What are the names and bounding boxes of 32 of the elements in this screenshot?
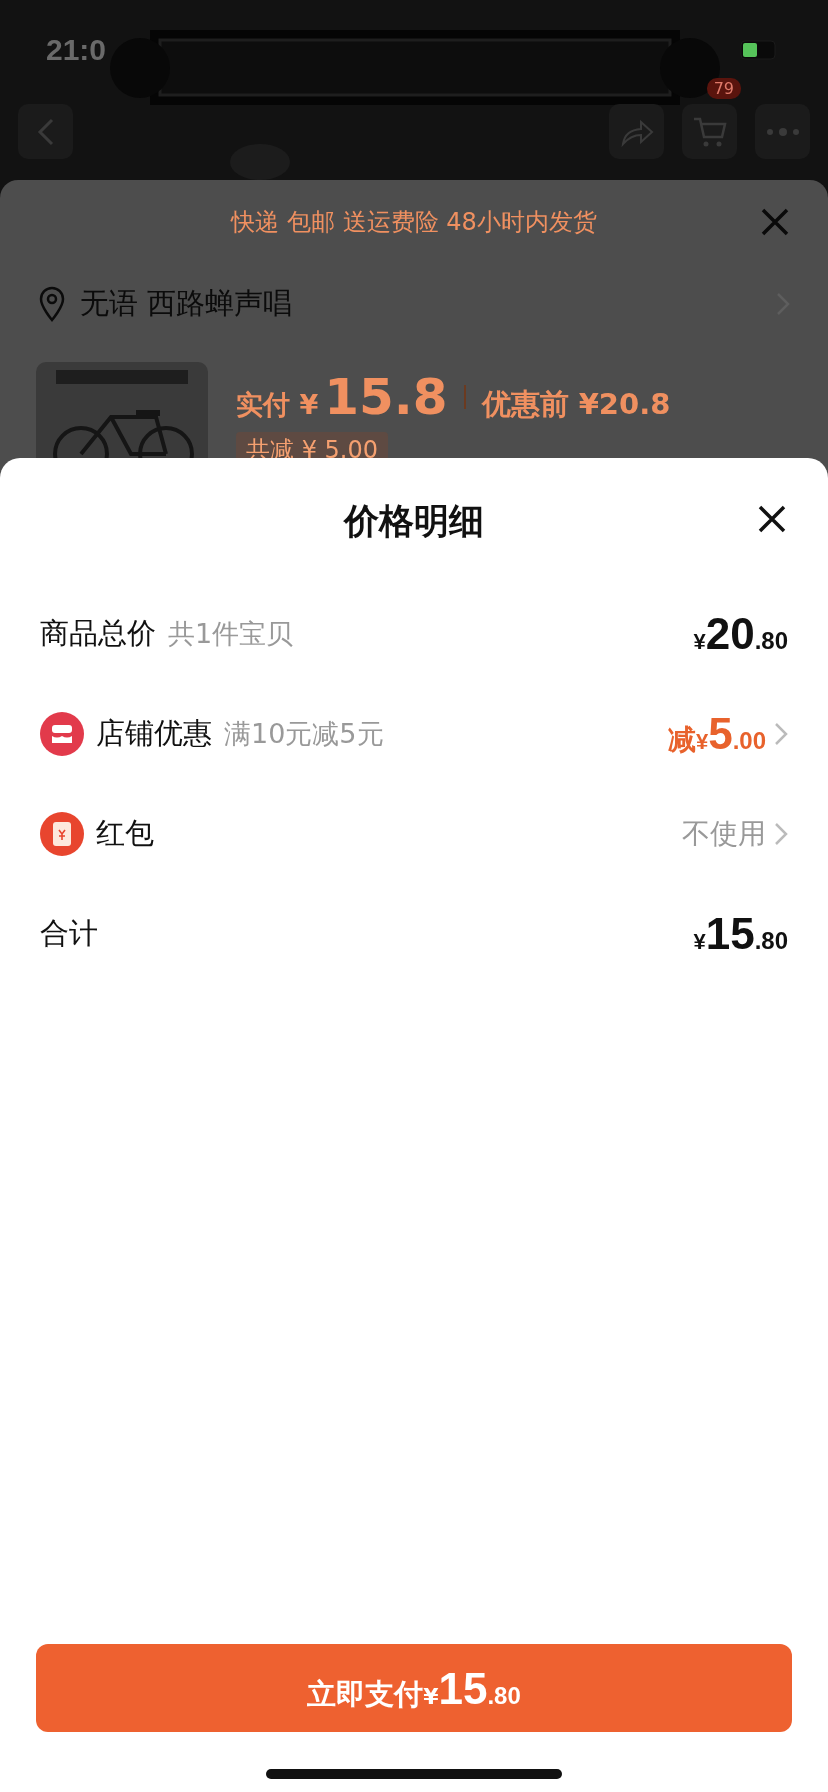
price-amount: ¥15.80 (693, 909, 788, 959)
more-button[interactable] (755, 104, 810, 159)
row-note: 满10元减5元 (224, 717, 384, 751)
status-time: 21:0 (46, 33, 107, 67)
row-label: 商品总价 (40, 615, 156, 652)
row-note: 共1件宝贝 (168, 617, 294, 651)
paid-label: 实付 ¥ (236, 388, 319, 422)
share-button[interactable] (609, 104, 664, 159)
cart-button[interactable] (682, 104, 737, 159)
row-label: 店铺优惠 (96, 715, 212, 752)
location-pin-icon (38, 286, 66, 322)
address-text: 无语 西路蝉声唱 (80, 285, 294, 322)
sheet-title: 价格明细 (344, 499, 484, 543)
price-amount: ¥20.80 (693, 609, 788, 659)
chevron-icon (774, 722, 788, 746)
envelope-icon (40, 812, 84, 856)
shipping-info: 快递 包邮 送运费险 48小时内发货 (231, 207, 597, 238)
row-label: 合计 (40, 915, 98, 952)
shop-icon (40, 712, 84, 756)
more-icon (765, 127, 800, 136)
paid-amount: 15.8 (324, 368, 448, 426)
close-icon[interactable] (760, 207, 790, 237)
chevron-icon (774, 822, 788, 846)
close-icon (758, 504, 786, 533)
price-row[interactable]: 店铺优惠 满10元减5元 减¥5.00 (0, 684, 828, 784)
price-amount: 减¥5.00 (667, 709, 766, 759)
row-label: 红包 (96, 815, 154, 852)
back-icon (35, 116, 56, 147)
back-button[interactable] (18, 104, 73, 159)
price-row[interactable]: 红包 不使用 (0, 784, 828, 884)
option-value: 不使用 (682, 816, 766, 852)
original-price: 优惠前 ¥20.8 (481, 386, 671, 423)
